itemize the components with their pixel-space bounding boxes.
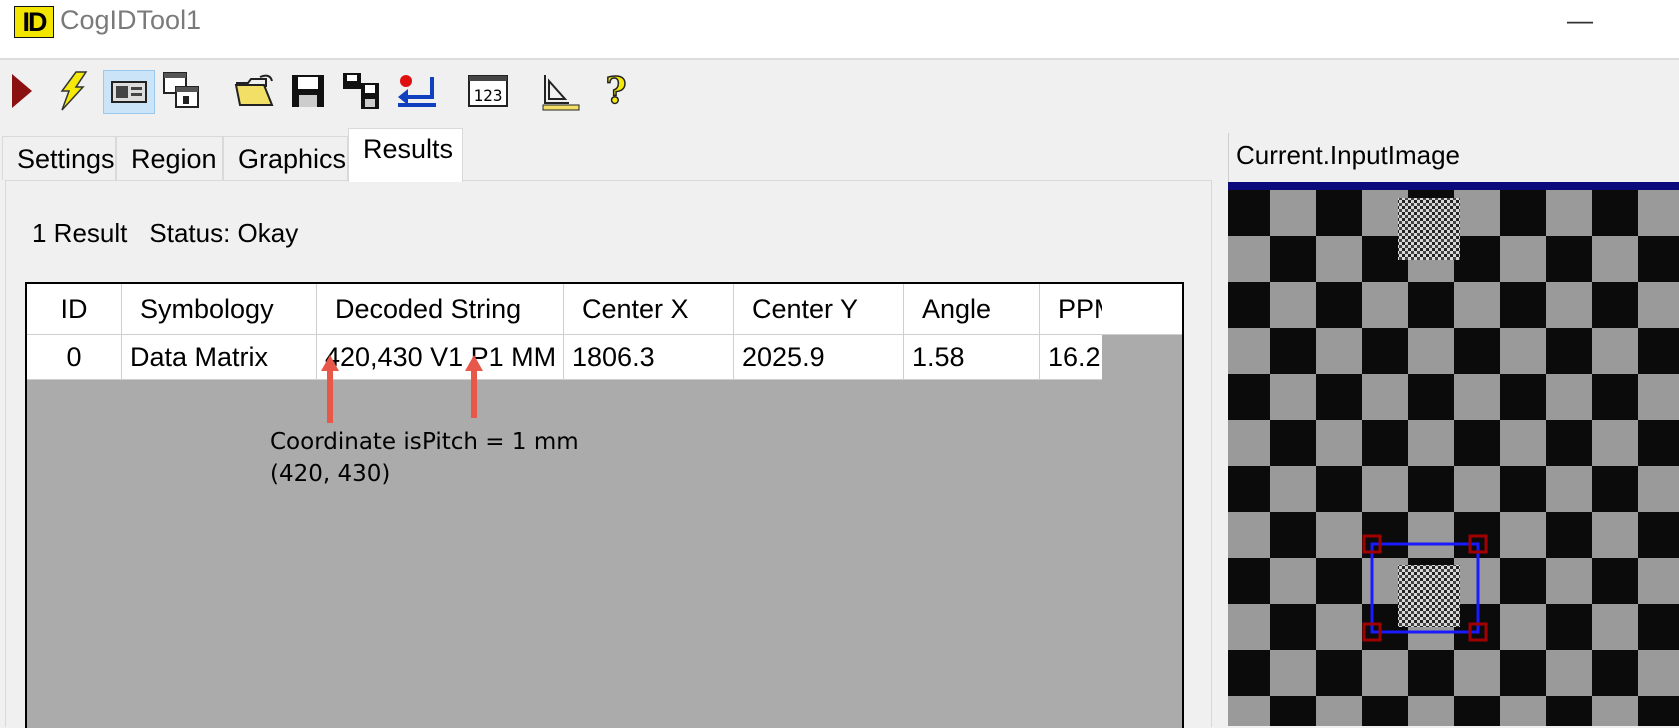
tab-settings[interactable]: Settings	[2, 136, 116, 180]
floating-window-icon	[163, 72, 199, 108]
cell-id: 0	[27, 335, 122, 379]
coordinate-annotation-line1: Coordinate is	[270, 429, 422, 455]
coordinate-annotation: Coordinate is (420, 430)	[270, 426, 422, 490]
table-row[interactable]: 0 Data Matrix 420,430 V1 P1 MM 1806.3 20…	[27, 335, 1102, 380]
pitch-annotation: Pitch = 1 mm	[422, 429, 579, 455]
tab-region[interactable]: Region	[116, 136, 223, 180]
results-table[interactable]: ID Symbology Decoded String Center X Cen…	[25, 282, 1184, 728]
column-header-id[interactable]: ID	[27, 284, 122, 334]
calibration-icon	[542, 75, 580, 111]
column-header-symbology[interactable]: Symbology	[122, 284, 317, 334]
column-header-angle[interactable]: Angle	[904, 284, 1040, 334]
image-title: Current.InputImage	[1236, 140, 1461, 170]
toolbar: 123 ?	[0, 62, 1679, 122]
image-display[interactable]	[1228, 182, 1679, 726]
cell-angle: 1.58	[904, 335, 1040, 379]
column-header-ppm[interactable]: PPM	[1040, 284, 1102, 334]
cell-ppm: 16.2	[1048, 342, 1101, 372]
save-icon	[292, 75, 324, 107]
live-mode-button[interactable]	[54, 70, 92, 112]
save-settings-icon	[343, 73, 379, 109]
cell-decoded-string: 420,430 V1 P1 MM	[317, 335, 564, 379]
window-title: CogIDTool1	[60, 5, 202, 35]
result-count: 1 Result	[32, 218, 128, 248]
svg-text:123: 123	[474, 86, 503, 105]
cell-symbology: Data Matrix	[122, 335, 317, 379]
minimize-button[interactable]: —	[1565, 5, 1595, 35]
coordinate-annotation-line2: (420, 430)	[270, 461, 391, 487]
title-bar: ID CogIDTool1 —	[0, 0, 1679, 60]
open-button[interactable]	[232, 70, 278, 112]
run-icon	[12, 74, 32, 108]
floating-window-button[interactable]	[160, 70, 204, 112]
svg-text:?: ?	[605, 71, 626, 111]
table-header: ID Symbology Decoded String Center X Cen…	[27, 284, 1182, 335]
reset-button[interactable]	[394, 70, 440, 112]
column-header-decoded-string[interactable]: Decoded String	[317, 284, 564, 334]
column-header-center-y[interactable]: Center Y	[734, 284, 904, 334]
app-logo: ID	[14, 6, 54, 38]
numeric-display-button[interactable]: 123	[465, 70, 511, 112]
help-button[interactable]: ?	[598, 70, 634, 112]
save-button[interactable]	[288, 70, 328, 112]
tab-strip: Settings Region Graphics Results	[0, 128, 1000, 182]
help-icon: ?	[605, 71, 628, 111]
lightning-icon	[60, 71, 88, 111]
show-image-button[interactable]	[103, 70, 155, 114]
numeric-display-icon: 123	[468, 75, 508, 107]
image-title-bar	[1228, 182, 1679, 190]
open-folder-icon	[234, 74, 274, 106]
tab-graphics[interactable]: Graphics	[223, 136, 348, 180]
checkerboard-image	[1228, 182, 1679, 726]
show-image-icon	[111, 81, 147, 103]
run-button[interactable]	[8, 70, 36, 112]
arrow-up-icon	[321, 355, 339, 423]
save-settings-button[interactable]	[340, 70, 382, 112]
arrow-up-icon	[465, 355, 483, 418]
results-status: 1 Result Status: Okay	[32, 218, 320, 249]
tab-results[interactable]: Results	[348, 128, 463, 182]
data-matrix-code-bottom	[1398, 565, 1460, 627]
cell-center-y: 2025.9	[734, 335, 904, 379]
column-header-center-x[interactable]: Center X	[564, 284, 734, 334]
calibration-button[interactable]	[538, 70, 582, 112]
data-matrix-code-top	[1398, 198, 1460, 260]
cell-center-x: 1806.3	[564, 335, 734, 379]
status-text: Status: Okay	[149, 218, 299, 248]
reset-icon	[398, 75, 436, 107]
